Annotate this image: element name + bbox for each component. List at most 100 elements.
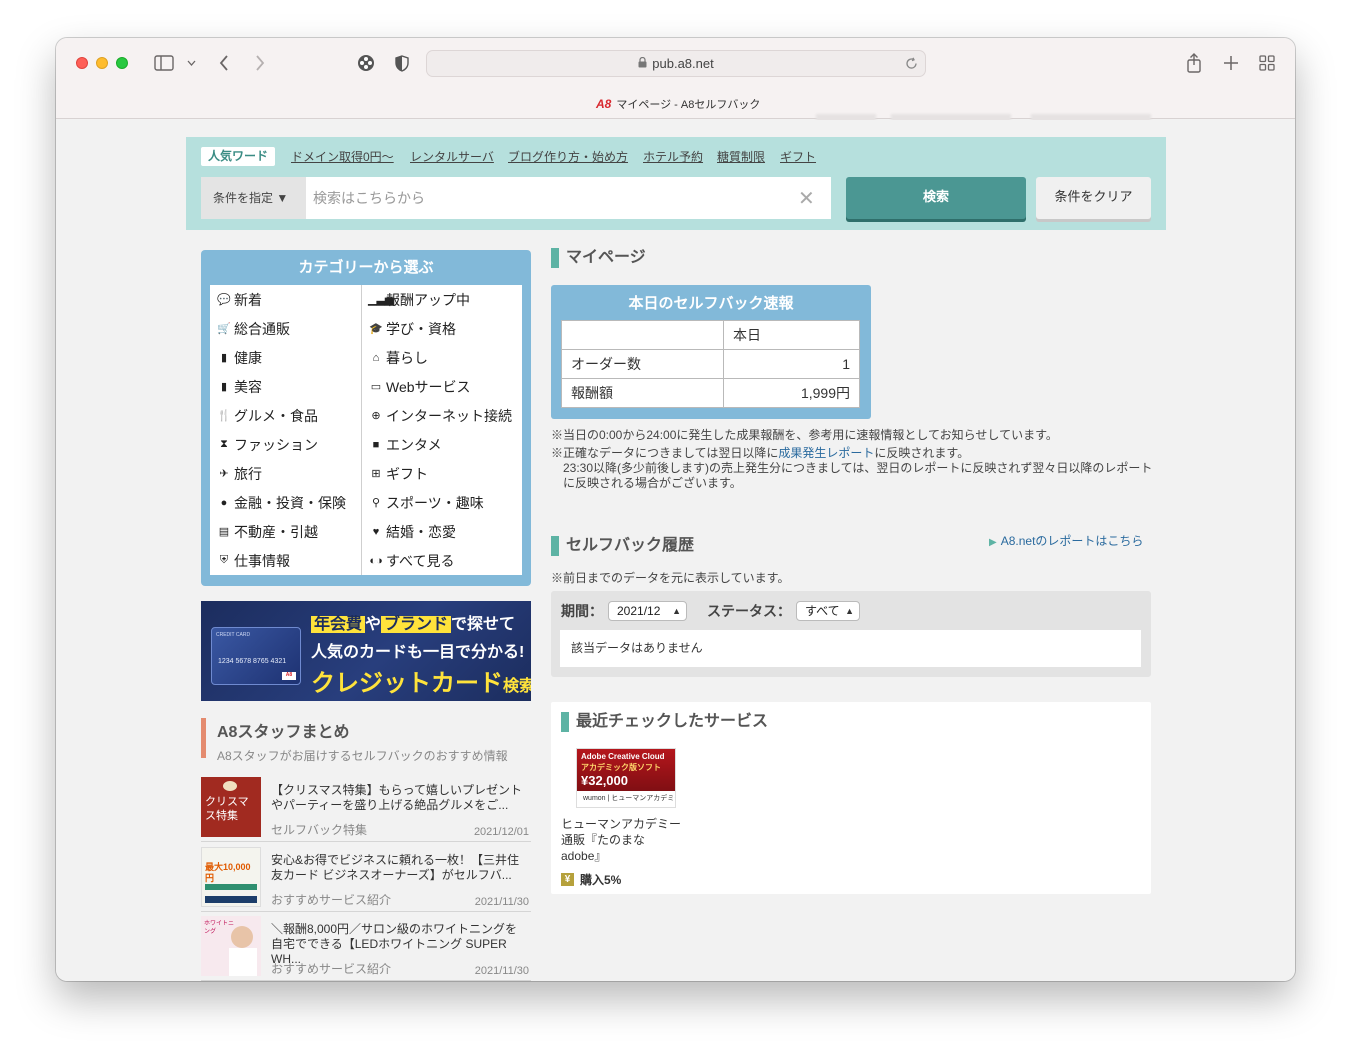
category-item[interactable]: ⌂ 暮らし — [362, 343, 522, 372]
category-list: 💬 新着 ▁▃▅ 報酬アップ中 🛒 総合通販 🎓 学び・資格 ▮ 健康 ⌂ 暮らし ▮ 美容 ▭ Webサービ… — [210, 285, 522, 575]
article-date: 2021/11/30 — [474, 896, 529, 908]
category-item[interactable]: ▁▃▅ 報酬アップ中 — [362, 285, 522, 314]
article-category: セルフバック特集 — [271, 823, 368, 837]
category-item[interactable]: ⚲ スポーツ・趣味 — [362, 488, 522, 517]
category-item[interactable]: ▭ Webサービス — [362, 372, 522, 401]
category-label: 新着 — [234, 291, 262, 308]
category-label: すべて見る — [386, 552, 455, 569]
category-item[interactable]: ◐◑ すべて見る — [362, 546, 522, 575]
search-button[interactable]: 検索 — [846, 177, 1026, 219]
graduation-cap-icon: 🎓 — [369, 323, 383, 335]
service-reward-rate: ¥ 購入5% — [561, 871, 621, 888]
zoom-window-button[interactable] — [116, 57, 128, 69]
monitor-icon: ▭ — [370, 381, 382, 393]
gift-icon: ⊞ — [371, 468, 381, 480]
sports-icon: ⚲ — [371, 497, 381, 509]
page-content: 人気ワード ドメイン取得0円〜 レンタルサーバ ブログ作り方・始め方 ホテル予約… — [56, 120, 1295, 981]
category-label: 暮らし — [386, 349, 428, 366]
keyword-link[interactable]: ギフト — [780, 148, 816, 165]
airplane-icon: ✈ — [219, 468, 229, 480]
bar-chart-icon: ▁▃▅ — [368, 294, 394, 306]
period-select[interactable]: 2021/12 ▲ — [608, 601, 687, 621]
category-title: カテゴリーから選ぶ — [298, 259, 434, 276]
cosmetics-icon: ▮ — [220, 381, 228, 393]
search-input[interactable]: 検索はこちらから — [306, 177, 831, 219]
article-item[interactable]: クリスマス特集 【クリスマス特集】もらって嬉しいプレゼントやパーティーを盛り上げ… — [201, 777, 531, 842]
keyword-link[interactable]: 糖質制限 — [717, 148, 765, 165]
today-selfback-box: 本日のセルフバック速報 本日 オーダー数 1 報酬額 1,999円 — [551, 285, 871, 419]
search-band: 人気ワード ドメイン取得0円〜 レンタルサーバ ブログ作り方・始め方 ホテル予約… — [186, 137, 1166, 230]
category-item[interactable]: 🍴 グルメ・食品 — [210, 401, 362, 430]
back-icon[interactable] — [216, 51, 232, 75]
category-item[interactable]: ⊞ ギフト — [362, 459, 522, 488]
service-thumbnail[interactable]: Adobe Creative Cloud アカデミック版ソフト ¥32,000 … — [576, 748, 676, 808]
heart-icon: ♥ — [372, 525, 380, 538]
period-label: 期間： — [561, 603, 603, 619]
row-value: 1,999円 — [723, 378, 860, 408]
speed-note-1: ※当日の0:00から24:00に発生した成果報酬を、参考用に速報情報としてお知ら… — [551, 428, 1058, 442]
article-item[interactable]: 最大10,000円 安心&お得でビジネスに頼れる一枚！【三井住友カード ビジネス… — [201, 847, 531, 912]
category-item[interactable]: ⧗ ファッション — [210, 430, 362, 459]
category-item[interactable]: ■ エンタメ — [362, 430, 522, 459]
category-item[interactable]: ▮ 美容 — [210, 372, 362, 401]
category-label: 学び・資格 — [386, 320, 456, 337]
category-label: エンタメ — [386, 436, 442, 453]
article-item[interactable]: ホワイトニング ＼報酬8,000円／サロン級のホワイトニングを自宅でできる【LE… — [201, 916, 531, 981]
keyword-link[interactable]: ドメイン取得0円〜 — [291, 148, 394, 165]
category-item[interactable]: 💬 新着 — [210, 285, 362, 314]
category-label: 報酬アップ中 — [386, 291, 470, 308]
status-label: ステータス： — [707, 603, 791, 619]
clear-input-icon[interactable]: ✕ — [798, 186, 815, 211]
category-label: 健康 — [234, 349, 262, 366]
keyword-link[interactable]: ブログ作り方・始め方 — [508, 148, 628, 165]
keyword-link[interactable]: ホテル予約 — [643, 148, 703, 165]
performance-report-link[interactable]: 成果発生レポート — [778, 446, 874, 460]
reload-icon[interactable] — [905, 57, 918, 73]
keyword-link[interactable]: レンタルサーバ — [410, 148, 494, 165]
sidebar-toggle-icon[interactable] — [153, 51, 175, 75]
article-category: おすすめサービス紹介 — [271, 962, 392, 976]
stepper-icon: ▲ — [845, 606, 854, 616]
address-bar[interactable]: pub.a8.net — [426, 50, 926, 77]
share-icon[interactable] — [1184, 51, 1204, 75]
status-select[interactable]: すべて ▲ — [796, 601, 860, 621]
article-date: 2021/11/30 — [474, 965, 529, 977]
service-name[interactable]: ヒューマンアカデミー通販『たのまな adobe』 — [561, 816, 691, 864]
category-box: カテゴリーから選ぶ 💬 新着 ▁▃▅ 報酬アップ中 🛒 総合通販 🎓 学び・資格 ▮ 健康 ⌂ 暮らし… — [201, 250, 531, 586]
table-corner-cell — [561, 320, 724, 350]
minimize-window-button[interactable] — [96, 57, 108, 69]
category-label: 総合通販 — [234, 320, 290, 337]
binoculars-icon: ◐◑ — [369, 554, 383, 567]
new-tab-icon[interactable] — [1221, 51, 1241, 75]
active-tab[interactable]: A8 マイページ - A8セルフバック — [596, 96, 760, 112]
category-item[interactable]: ✈ 旅行 — [210, 459, 362, 488]
fork-knife-icon: 🍴 — [217, 410, 231, 422]
category-label: 不動産・引越 — [234, 523, 318, 540]
category-item[interactable]: ⊕ インターネット接続 — [362, 401, 522, 430]
clear-conditions-button[interactable]: 条件をクリア — [1036, 177, 1151, 219]
tab-overview-icon[interactable] — [1257, 51, 1277, 75]
category-item[interactable]: ● 金融・投資・保険 — [210, 488, 362, 517]
table-header-today: 本日 — [723, 320, 860, 350]
category-item[interactable]: 🛒 総合通販 — [210, 314, 362, 343]
category-item[interactable]: ♥ 結婚・恋愛 — [362, 517, 522, 546]
condition-button[interactable]: 条件を指定 ▼ — [201, 177, 306, 219]
extension-icon[interactable] — [356, 51, 376, 75]
article-title[interactable]: 安心&お得でビジネスに頼れる一枚！【三井住友カード ビジネスオーナーズ】がセルフ… — [271, 853, 529, 883]
chevron-down-icon[interactable] — [184, 51, 198, 75]
a8-favicon: A8 — [596, 97, 612, 111]
category-item[interactable]: ▤ 不動産・引越 — [210, 517, 362, 546]
article-title[interactable]: 【クリスマス特集】もらって嬉しいプレゼントやパーティーを盛り上げる絶品グルメをご… — [271, 783, 529, 813]
category-label: Webサービス — [386, 378, 471, 395]
today-selfback-table: 本日 オーダー数 1 報酬額 1,999円 — [561, 320, 860, 408]
shield-icon[interactable] — [393, 51, 411, 75]
row-value: 1 — [723, 349, 860, 379]
category-item[interactable]: 🎓 学び・資格 — [362, 314, 522, 343]
tab-title-text: マイページ - A8セルフバック — [616, 99, 761, 111]
a8-report-link[interactable]: ▶ A8.netのレポートはこちら — [989, 532, 1143, 549]
close-window-button[interactable] — [76, 57, 88, 69]
category-item[interactable]: ▮ 健康 — [210, 343, 362, 372]
forward-icon[interactable] — [252, 51, 268, 75]
credit-card-search-banner[interactable]: CREDIT CARD 1234 5678 8765 4321 A8 年会費やブ… — [201, 601, 531, 701]
category-item[interactable]: ⛨ 仕事情報 — [210, 546, 362, 575]
